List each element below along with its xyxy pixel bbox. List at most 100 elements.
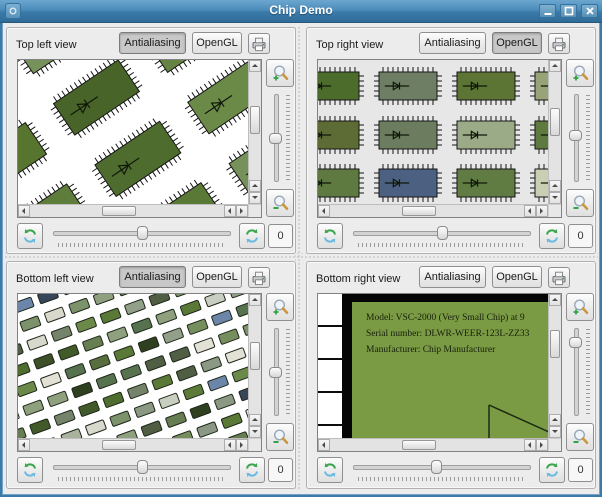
scrollbar-track[interactable] — [249, 72, 261, 180]
horizontal-scrollbar[interactable] — [318, 204, 548, 217]
zoom-in-button[interactable] — [266, 59, 294, 87]
scroll-up-icon[interactable] — [249, 294, 261, 306]
scroll-down-icon[interactable] — [249, 426, 261, 438]
scrollbar-track[interactable] — [30, 205, 224, 217]
scroll-up-icon[interactable] — [549, 414, 561, 426]
vertical-scrollbar[interactable] — [248, 60, 261, 204]
slider-handle[interactable] — [269, 366, 282, 378]
scroll-right-icon[interactable] — [236, 205, 248, 217]
rotate-left-button[interactable] — [17, 457, 43, 483]
scroll-down-icon[interactable] — [549, 426, 561, 438]
zoom-out-button[interactable] — [566, 189, 594, 217]
chip-scene[interactable] — [18, 60, 248, 204]
slider-handle[interactable] — [569, 337, 582, 349]
zoom-in-button[interactable] — [566, 59, 594, 87]
zoom-out-button[interactable] — [266, 189, 294, 217]
rotate-right-button[interactable] — [539, 223, 565, 249]
scroll-right-icon[interactable] — [536, 205, 548, 217]
zoom-out-button[interactable] — [266, 423, 294, 451]
chip[interactable] — [530, 67, 548, 105]
scroll-left-icon[interactable] — [318, 205, 330, 217]
titlebar[interactable]: Chip Demo — [0, 0, 602, 23]
chip-scene[interactable] — [18, 294, 248, 438]
slider-handle[interactable] — [269, 132, 282, 144]
antialiasing-button[interactable]: Antialiasing — [419, 32, 486, 54]
rotate-slider[interactable] — [51, 458, 233, 482]
scroll-up-icon[interactable] — [549, 294, 561, 306]
chip[interactable] — [318, 164, 364, 202]
horizontal-scrollbar[interactable] — [18, 438, 248, 451]
scroll-left-icon[interactable] — [224, 439, 236, 451]
scroll-up-icon[interactable] — [549, 180, 561, 192]
chip[interactable] — [87, 113, 190, 204]
graphics-view[interactable]: Model: VSC-2000 (Very Small Chip) at 9 S… — [317, 293, 562, 452]
scroll-left-icon[interactable] — [318, 439, 330, 451]
scrollbar-handle[interactable] — [101, 440, 136, 450]
scroll-left-icon[interactable] — [524, 205, 536, 217]
scrollbar-handle[interactable] — [101, 206, 136, 216]
scrollbar-track[interactable] — [549, 72, 561, 180]
horizontal-splitter[interactable] — [4, 253, 598, 260]
rotate-slider[interactable] — [51, 224, 233, 248]
slider-handle[interactable] — [136, 226, 148, 240]
rotate-slider[interactable] — [351, 458, 533, 482]
zoom-slider[interactable] — [567, 91, 593, 185]
chip-scene[interactable] — [318, 60, 548, 204]
scroll-left-icon[interactable] — [524, 439, 536, 451]
print-button[interactable] — [248, 267, 270, 288]
zoom-in-button[interactable] — [266, 293, 294, 321]
horizontal-scrollbar[interactable] — [318, 438, 548, 451]
scrollbar-track[interactable] — [330, 439, 524, 451]
graphics-view[interactable] — [17, 59, 262, 218]
chip[interactable] — [530, 116, 548, 154]
rotate-left-button[interactable] — [17, 223, 43, 249]
scroll-left-icon[interactable] — [18, 439, 30, 451]
chip[interactable] — [452, 164, 520, 202]
chip[interactable] — [318, 67, 364, 105]
antialiasing-button[interactable]: Antialiasing — [419, 266, 486, 288]
chip[interactable] — [452, 67, 520, 105]
zoom-slider[interactable] — [267, 91, 293, 185]
opengl-button[interactable]: OpenGL — [192, 266, 242, 288]
maximize-icon[interactable] — [560, 4, 577, 18]
antialiasing-button[interactable]: Antialiasing — [119, 32, 186, 54]
chip[interactable] — [318, 116, 364, 154]
horizontal-scrollbar[interactable] — [18, 204, 248, 217]
close-icon[interactable] — [581, 4, 598, 18]
scroll-right-icon[interactable] — [536, 439, 548, 451]
scrollbar-handle[interactable] — [550, 108, 560, 136]
rotate-right-button[interactable] — [239, 223, 265, 249]
chip-scene[interactable]: Model: VSC-2000 (Very Small Chip) at 9 S… — [318, 294, 548, 438]
scrollbar-handle[interactable] — [550, 330, 560, 358]
scrollbar-track[interactable] — [330, 205, 524, 217]
rotate-right-button[interactable] — [539, 457, 565, 483]
chip[interactable] — [452, 116, 520, 154]
scroll-up-icon[interactable] — [249, 414, 261, 426]
opengl-button[interactable]: OpenGL — [492, 266, 542, 288]
scroll-up-icon[interactable] — [549, 60, 561, 72]
chip[interactable] — [18, 176, 96, 204]
opengl-button[interactable]: OpenGL — [492, 32, 542, 54]
chip[interactable] — [374, 67, 442, 105]
scrollbar-track[interactable] — [249, 306, 261, 414]
scroll-up-icon[interactable] — [249, 180, 261, 192]
zoom-slider[interactable] — [567, 325, 593, 419]
graphics-view[interactable] — [317, 59, 562, 218]
slider-handle[interactable] — [431, 460, 443, 474]
rotate-left-button[interactable] — [317, 223, 343, 249]
zoom-slider[interactable] — [267, 325, 293, 419]
scroll-down-icon[interactable] — [249, 192, 261, 204]
vertical-scrollbar[interactable] — [548, 60, 561, 204]
scroll-down-icon[interactable] — [549, 192, 561, 204]
slider-handle[interactable] — [436, 226, 448, 240]
print-button[interactable] — [248, 33, 270, 54]
rotate-right-button[interactable] — [239, 457, 265, 483]
chip[interactable] — [530, 164, 548, 202]
minimize-icon[interactable] — [539, 4, 556, 18]
scroll-left-icon[interactable] — [18, 205, 30, 217]
graphics-view[interactable] — [17, 293, 262, 452]
print-button[interactable] — [548, 33, 570, 54]
chip[interactable] — [374, 116, 442, 154]
rotate-slider[interactable] — [351, 224, 533, 248]
chip[interactable] — [179, 60, 248, 142]
